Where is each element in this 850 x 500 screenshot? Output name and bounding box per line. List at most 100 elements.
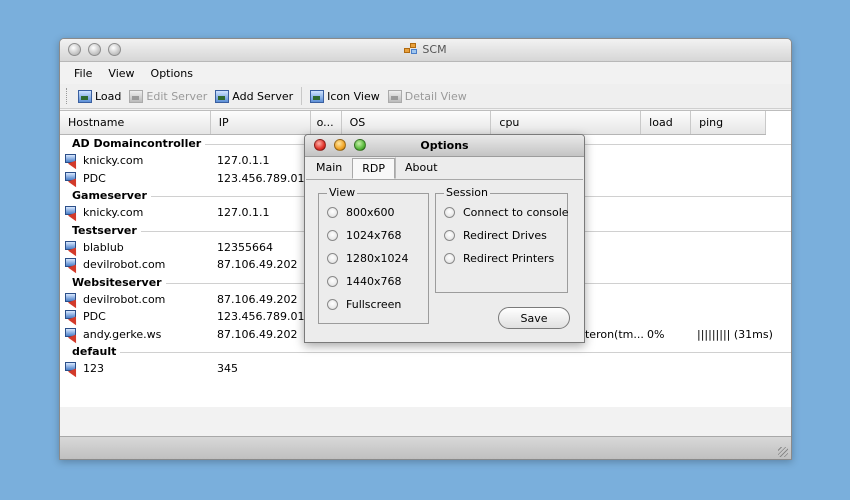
col-load[interactable]: load bbox=[641, 111, 692, 134]
status-area bbox=[60, 407, 791, 435]
group-name: AD Domaincontroller bbox=[72, 137, 202, 150]
options-dialog: Options Main RDP About View 800x600 1024x… bbox=[304, 134, 585, 343]
save-button[interactable]: Save bbox=[498, 307, 570, 329]
radio-option[interactable]: 800x600 bbox=[327, 206, 395, 219]
col-ping[interactable]: ping bbox=[691, 111, 766, 134]
radio-label: 1440x768 bbox=[346, 275, 402, 288]
radio-option[interactable]: Fullscreen bbox=[327, 298, 401, 311]
group-header[interactable]: default bbox=[60, 343, 791, 360]
radio-option[interactable]: 1280x1024 bbox=[327, 252, 409, 265]
server-icon bbox=[65, 171, 81, 187]
radio-option[interactable]: Redirect Printers bbox=[444, 252, 554, 265]
radio-label: 1024x768 bbox=[346, 229, 402, 242]
radio-circle-icon[interactable] bbox=[444, 253, 455, 264]
cell-host: knicky.com bbox=[83, 206, 144, 219]
cell-host: blablub bbox=[83, 240, 124, 254]
app-icon bbox=[404, 43, 418, 54]
picture-icon bbox=[129, 89, 144, 103]
server-icon bbox=[65, 154, 81, 170]
detail-view-label: Detail View bbox=[404, 89, 467, 103]
cell-ping: ||||||||| (31ms) bbox=[697, 327, 773, 341]
server-icon bbox=[65, 310, 81, 326]
radio-label: 800x600 bbox=[346, 206, 395, 219]
radio-circle-icon[interactable] bbox=[327, 276, 338, 287]
dialog-title: Options bbox=[420, 139, 469, 152]
cell-cpu: pteron(tm... bbox=[578, 327, 644, 341]
window-title: SCM bbox=[422, 43, 447, 56]
radio-option[interactable]: 1440x768 bbox=[327, 275, 402, 288]
cell-ip: 87.106.49.202 bbox=[217, 327, 298, 341]
radio-circle-icon[interactable] bbox=[327, 299, 338, 310]
cell-ip: 345 bbox=[217, 362, 238, 375]
picture-icon bbox=[215, 89, 230, 103]
group-name: default bbox=[72, 345, 117, 358]
picture-icon bbox=[387, 89, 402, 103]
col-cpu[interactable]: cpu bbox=[491, 111, 642, 134]
list-header: Hostname IP o... OS cpu load ping bbox=[60, 111, 766, 135]
add-server-button[interactable]: Add Server bbox=[211, 86, 297, 106]
dialog-title-bar[interactable]: Options bbox=[305, 135, 584, 157]
menu-options[interactable]: Options bbox=[143, 67, 201, 80]
group-name: Gameserver bbox=[72, 189, 147, 202]
cell-ip: 127.0.1.1 bbox=[217, 206, 270, 219]
server-icon bbox=[65, 292, 81, 308]
radio-label: Redirect Drives bbox=[463, 229, 547, 242]
cell-ip: 127.0.1.1 bbox=[217, 154, 270, 167]
radio-label: Fullscreen bbox=[346, 298, 402, 311]
radio-label: Connect to console bbox=[463, 206, 569, 219]
radio-circle-icon[interactable] bbox=[444, 207, 455, 218]
server-icon bbox=[65, 240, 81, 256]
cell-host: 123 bbox=[83, 362, 104, 375]
radio-option[interactable]: Connect to console bbox=[444, 206, 569, 219]
radio-circle-icon[interactable] bbox=[327, 207, 338, 218]
cell-host: devilrobot.com bbox=[83, 292, 166, 306]
window-title-wrap: SCM bbox=[60, 43, 791, 56]
radio-option[interactable]: Redirect Drives bbox=[444, 229, 547, 242]
icon-view-button[interactable]: Icon View bbox=[306, 86, 384, 106]
radio-circle-icon[interactable] bbox=[327, 230, 338, 241]
view-group: View 800x600 1024x768 1280x1024 1440x768 Ful… bbox=[318, 186, 429, 324]
title-bar[interactable]: SCM bbox=[60, 39, 791, 62]
tab-rdp[interactable]: RDP bbox=[352, 158, 396, 179]
status-bar bbox=[60, 436, 791, 459]
edit-server-button[interactable]: Edit Server bbox=[125, 86, 211, 106]
radio-label: 1280x1024 bbox=[346, 252, 409, 265]
menu-view[interactable]: View bbox=[100, 67, 142, 80]
group-name: Testserver bbox=[72, 223, 137, 237]
col-os[interactable]: OS bbox=[342, 111, 492, 134]
radio-label: Redirect Printers bbox=[463, 252, 555, 265]
table-row[interactable]: 123 345 bbox=[60, 360, 791, 378]
detail-view-button[interactable]: Detail View bbox=[384, 86, 471, 106]
radio-circle-icon[interactable] bbox=[444, 230, 455, 241]
radio-option[interactable]: 1024x768 bbox=[327, 229, 402, 242]
cell-load: 0% bbox=[647, 327, 665, 341]
server-icon bbox=[65, 206, 81, 222]
col-o[interactable]: o... bbox=[311, 111, 342, 134]
add-server-label: Add Server bbox=[232, 89, 294, 103]
toolbar: Load Edit Server Add Server Icon View De… bbox=[60, 84, 791, 109]
view-legend: View bbox=[327, 186, 358, 199]
group-name: Websiteserver bbox=[72, 275, 162, 289]
toolbar-grip[interactable] bbox=[66, 88, 70, 104]
session-group: Session Connect to console Redirect Drive… bbox=[435, 186, 569, 293]
col-ip[interactable]: IP bbox=[211, 111, 311, 134]
session-legend: Session bbox=[444, 186, 490, 199]
load-button[interactable]: Load bbox=[74, 86, 125, 106]
cell-host: knicky.com bbox=[83, 154, 144, 167]
cell-ip: 123.456.789.012 bbox=[217, 310, 312, 323]
tab-about[interactable]: About bbox=[395, 157, 448, 179]
server-icon bbox=[65, 258, 81, 274]
resize-grip-icon[interactable] bbox=[778, 447, 788, 457]
group-divider bbox=[120, 352, 791, 353]
radio-circle-icon[interactable] bbox=[327, 253, 338, 264]
col-hostname[interactable]: Hostname bbox=[60, 111, 211, 134]
toolbar-separator bbox=[301, 87, 303, 105]
cell-ip: 87.106.49.202 bbox=[217, 258, 298, 271]
menu-bar: File View Options bbox=[60, 62, 791, 84]
menu-file[interactable]: File bbox=[66, 67, 100, 80]
picture-icon bbox=[78, 89, 92, 103]
picture-icon bbox=[310, 89, 325, 103]
tab-main[interactable]: Main bbox=[306, 157, 352, 179]
cell-ip: 87.106.49.202 bbox=[217, 292, 298, 306]
cell-ip: 123.456.789.012 bbox=[217, 171, 312, 185]
